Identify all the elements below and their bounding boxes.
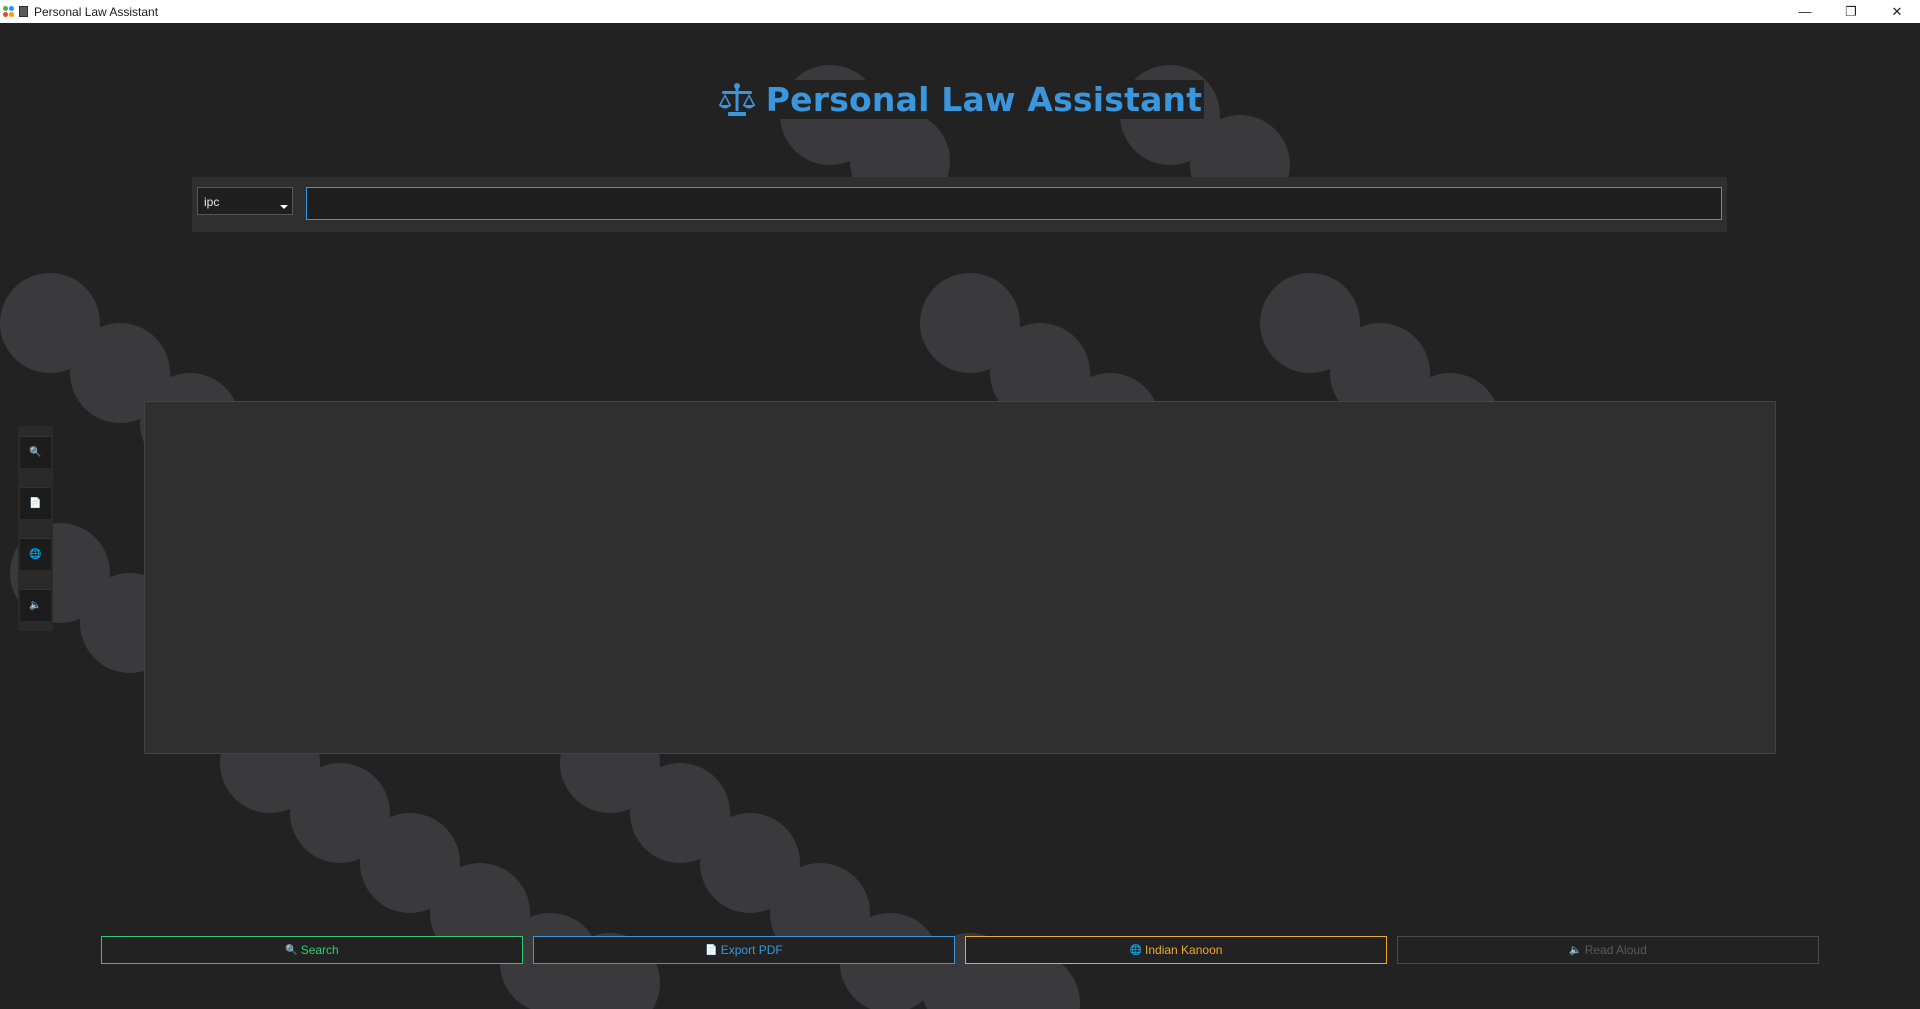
side-search-button[interactable]: 🔍 bbox=[20, 436, 51, 468]
close-button[interactable]: ✕ bbox=[1874, 0, 1920, 23]
restore-button[interactable]: ❐ bbox=[1828, 0, 1874, 23]
window-titlebar: Personal Law Assistant — ❐ ✕ bbox=[0, 0, 1920, 24]
app-canvas: Personal Law Assistant ipc 🔍 📄 🌐 🔈 🔍 Sea… bbox=[0, 23, 1920, 1009]
search-button-label: Search bbox=[300, 943, 339, 957]
read-aloud-button-label: Read Aloud bbox=[1584, 943, 1647, 957]
globe-icon: 🌐 bbox=[29, 549, 42, 560]
export-pdf-button[interactable]: 📄 Export PDF bbox=[533, 936, 955, 964]
search-icon: 🔍 bbox=[285, 944, 298, 956]
read-aloud-button[interactable]: 🔈 Read Aloud bbox=[1397, 936, 1819, 964]
globe-icon: 🌐 bbox=[1129, 944, 1143, 956]
indian-kanoon-button[interactable]: 🌐 Indian Kanoon bbox=[965, 936, 1387, 964]
export-pdf-button-label: Export PDF bbox=[720, 943, 783, 957]
chevron-down-icon bbox=[280, 205, 288, 209]
speaker-icon: 🔈 bbox=[29, 600, 42, 611]
search-bar: ipc bbox=[192, 177, 1727, 232]
side-toolbar: 🔍 📄 🌐 🔈 bbox=[18, 426, 53, 631]
search-button[interactable]: 🔍 Search bbox=[101, 936, 523, 964]
app-title: Personal Law Assistant bbox=[765, 79, 1203, 119]
act-select-value: ipc bbox=[204, 195, 220, 209]
minimize-button[interactable]: — bbox=[1782, 0, 1828, 23]
book-icon bbox=[19, 6, 28, 17]
result-text-area[interactable] bbox=[144, 401, 1776, 754]
search-icon: 🔍 bbox=[29, 447, 42, 458]
window-title: Personal Law Assistant bbox=[34, 4, 159, 19]
side-read-aloud-button[interactable]: 🔈 bbox=[20, 589, 51, 621]
side-kanoon-button[interactable]: 🌐 bbox=[20, 538, 51, 570]
app-icon bbox=[3, 5, 15, 18]
side-export-button[interactable]: 📄 bbox=[20, 487, 51, 519]
act-select[interactable]: ipc bbox=[197, 187, 293, 215]
indian-kanoon-button-label: Indian Kanoon bbox=[1145, 943, 1223, 957]
balance-scale-icon bbox=[718, 83, 756, 116]
app-header: Personal Law Assistant bbox=[0, 76, 1920, 122]
speaker-icon: 🔈 bbox=[1569, 944, 1582, 956]
document-icon: 📄 bbox=[29, 498, 42, 509]
document-icon: 📄 bbox=[705, 944, 718, 956]
search-input[interactable] bbox=[306, 187, 1722, 220]
